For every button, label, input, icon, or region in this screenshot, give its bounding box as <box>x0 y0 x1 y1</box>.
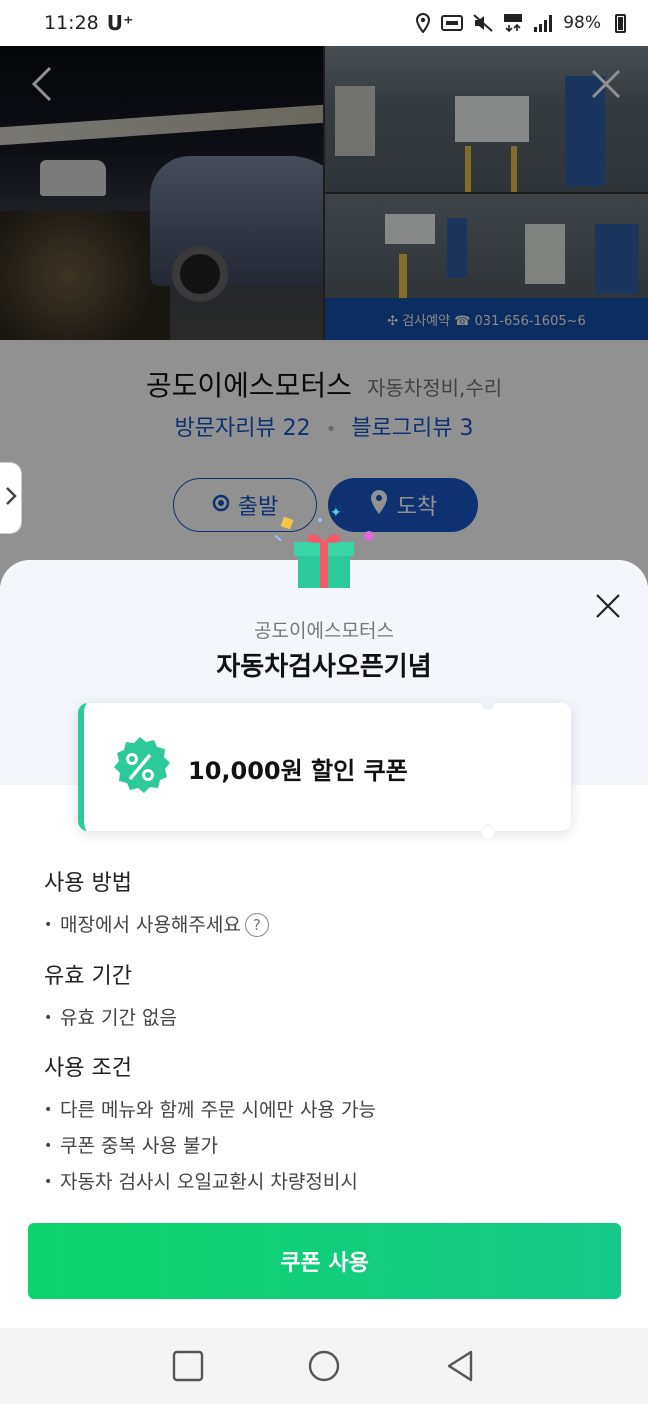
section-title: 사용 방법 <box>44 871 132 896</box>
percent-badge-icon <box>108 735 172 799</box>
confetti-icon <box>364 531 374 541</box>
carrier-label: U⁺ <box>106 11 134 35</box>
section-title: 사용 조건 <box>44 1056 132 1081</box>
sparkle-icon: ✦ <box>330 505 342 521</box>
coupon-sheet: 공도이에스모터스 자동차검사오픈기념 10,000원 할인 쿠폰 사용 방법 •… <box>0 560 648 1328</box>
validity-section: 유효 기간 • 유효 기간 없음 <box>44 958 604 1036</box>
list-item: • 매장에서 사용해주세요 ? <box>44 907 604 943</box>
status-time: 11:28 <box>44 12 99 34</box>
usage-method-section: 사용 방법 • 매장에서 사용해주세요 ? <box>44 865 604 943</box>
signal-icon <box>533 14 553 32</box>
list-item: • 유효 기간 없음 <box>44 1007 177 1029</box>
back-nav-icon[interactable] <box>430 1336 490 1396</box>
gift-icon <box>292 528 356 590</box>
system-nav-bar <box>0 1328 648 1404</box>
list-item: • 자동차 검사시 오일교환시 차량정비시 <box>44 1171 358 1193</box>
use-coupon-label: 쿠폰 사용 <box>280 1251 369 1276</box>
battery-icon <box>615 13 626 33</box>
coupon-store-name: 공도이에스모터스 <box>254 620 394 642</box>
chevron-right-icon <box>5 486 17 510</box>
coupon-event-title: 자동차검사오픈기념 <box>216 652 432 682</box>
nfc-icon <box>441 15 464 31</box>
list-item: • 쿠폰 중복 사용 불가 <box>44 1135 218 1157</box>
help-icon[interactable]: ? <box>244 913 269 937</box>
coupon-card: 10,000원 할인 쿠폰 <box>78 696 571 838</box>
use-coupon-button[interactable]: 쿠폰 사용 <box>28 1223 621 1299</box>
status-icons: 98% <box>415 13 626 33</box>
section-title: 유효 기간 <box>44 964 132 989</box>
battery-percent: 98% <box>563 13 601 33</box>
conditions-section: 사용 조건 • 다른 메뉴와 함께 주문 시에만 사용 가능 • 쿠폰 중복 사… <box>44 1050 604 1200</box>
status-bar: 11:28 U⁺ 98% <box>0 0 648 46</box>
home-icon[interactable] <box>294 1336 354 1396</box>
location-icon <box>415 13 431 33</box>
lte-icon <box>503 13 523 33</box>
side-expand-tab[interactable] <box>0 462 22 534</box>
mute-icon <box>473 14 493 32</box>
confetti-icon <box>318 518 322 522</box>
dim-overlay[interactable] <box>0 46 648 586</box>
coupon-title: 10,000원 할인 쿠폰 <box>188 757 408 785</box>
recent-apps-icon[interactable] <box>158 1336 218 1396</box>
list-item: • 다른 메뉴와 함께 주문 시에만 사용 가능 <box>44 1099 376 1121</box>
